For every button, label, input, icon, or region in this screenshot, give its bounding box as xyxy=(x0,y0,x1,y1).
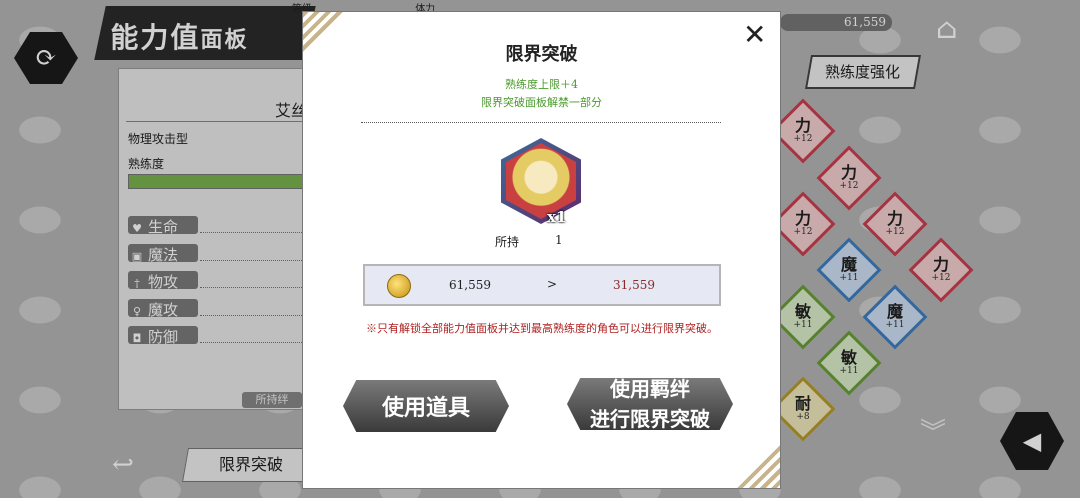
benefit-1: 熟练度上限＋4 xyxy=(505,78,578,91)
held-value: 1 xyxy=(555,233,563,247)
benefit-2: 限界突破面板解禁一部分 xyxy=(481,96,602,109)
dialog-title: 限界突破 xyxy=(505,44,578,65)
cost-arrow: > xyxy=(547,277,558,291)
limit-break-dialog: ✕ 限界突破 熟练度上限＋4 限界突破面板解禁一部分 x1 所持 1 61,55… xyxy=(302,11,781,489)
character-portrait xyxy=(501,138,581,224)
notice-text: ※只有解锁全部能力值面板并达到最高熟练度的角色可以进行限界突破。 xyxy=(366,322,718,335)
use-bond-button[interactable]: 使用羁绊 进行限界突破 xyxy=(567,378,733,430)
use-item-button[interactable]: 使用道具 xyxy=(343,380,509,432)
cost-box: 61,559 > 31,559 xyxy=(363,264,721,306)
divider xyxy=(361,122,721,123)
item-count-badge: x1 xyxy=(547,208,567,226)
coin-icon xyxy=(387,274,411,298)
gold-current: 61,559 xyxy=(449,278,491,292)
held-label: 所持 xyxy=(495,235,520,249)
corner-ornament xyxy=(736,444,780,488)
gold-after: 31,559 xyxy=(613,278,655,292)
